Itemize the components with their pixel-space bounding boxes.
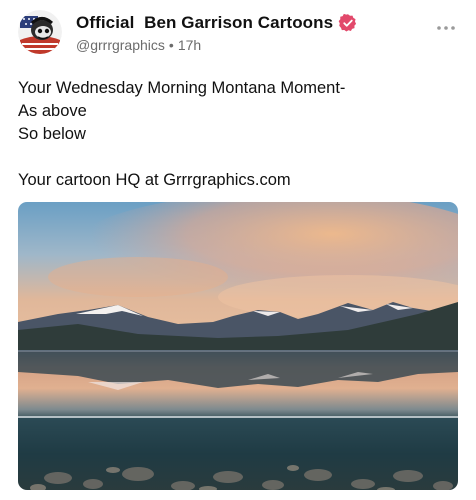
- verified-badge-icon: [338, 13, 357, 32]
- author-avatar[interactable]: [18, 10, 62, 54]
- post-body-line: [18, 146, 345, 169]
- post-body-line: As above: [18, 102, 87, 120]
- more-options-button[interactable]: [436, 23, 456, 33]
- post-body-line: So below: [18, 125, 86, 143]
- author-handle[interactable]: @grrrgraphics: [76, 37, 165, 53]
- author-display-name[interactable]: Official Ben Garrison Cartoons: [76, 13, 333, 33]
- post-card: Official Ben Garrison Cartoons @grrrgrap…: [0, 0, 476, 500]
- author-meta: @grrrgraphics • 17h: [76, 37, 201, 53]
- more-horizontal-icon: [437, 26, 455, 30]
- landscape-photo: [18, 202, 458, 490]
- post-body: Your Wednesday Morning Montana Moment- A…: [18, 77, 345, 192]
- post-body-line[interactable]: Your cartoon HQ at Grrrgraphics.com: [18, 169, 345, 192]
- post-timestamp[interactable]: 17h: [178, 37, 201, 53]
- meta-separator: •: [168, 37, 174, 53]
- post-body-line: Your Wednesday Morning Montana Moment-: [18, 79, 346, 97]
- avatar-image: [18, 10, 62, 54]
- post-image[interactable]: [18, 202, 458, 490]
- author-name-row: Official Ben Garrison Cartoons: [76, 13, 358, 33]
